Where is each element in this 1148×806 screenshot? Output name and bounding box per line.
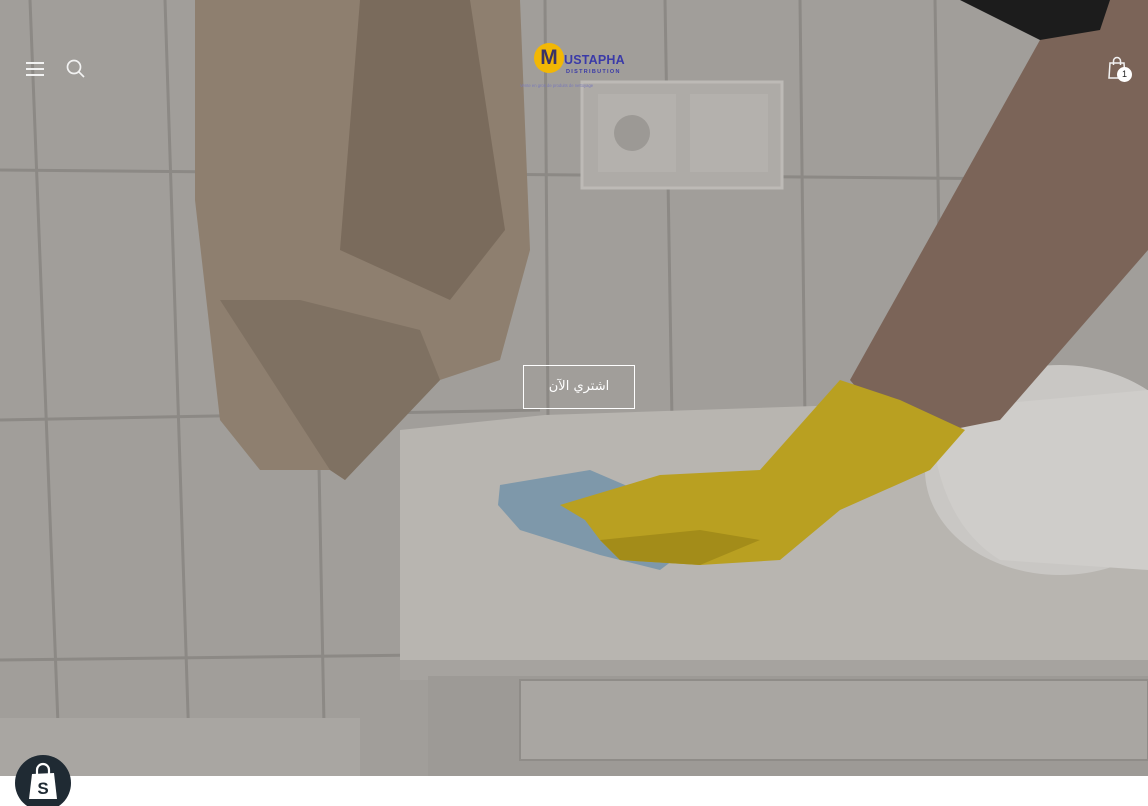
search-icon[interactable] — [64, 57, 88, 81]
buy-now-button[interactable]: اشتري الآن — [523, 365, 635, 409]
logo-subtitle: DISTRIBUTION — [566, 69, 621, 75]
logo-name: USTAPHA — [564, 53, 625, 67]
hamburger-menu-icon[interactable] — [24, 57, 48, 81]
menu-line — [26, 74, 44, 76]
menu-line — [26, 62, 44, 64]
logo-tagline: Vente en gros de produits de nettoyage — [520, 83, 594, 88]
site-header: M USTAPHA DISTRIBUTION Vente en gros de … — [0, 0, 1148, 130]
site-logo[interactable]: M USTAPHA DISTRIBUTION Vente en gros de … — [518, 40, 642, 94]
logo-initial: M — [540, 46, 558, 69]
menu-line — [26, 68, 44, 70]
shopify-bag-icon[interactable]: S — [15, 755, 71, 806]
svg-text:S: S — [37, 779, 48, 798]
cart-count-badge: 1 — [1117, 67, 1132, 82]
